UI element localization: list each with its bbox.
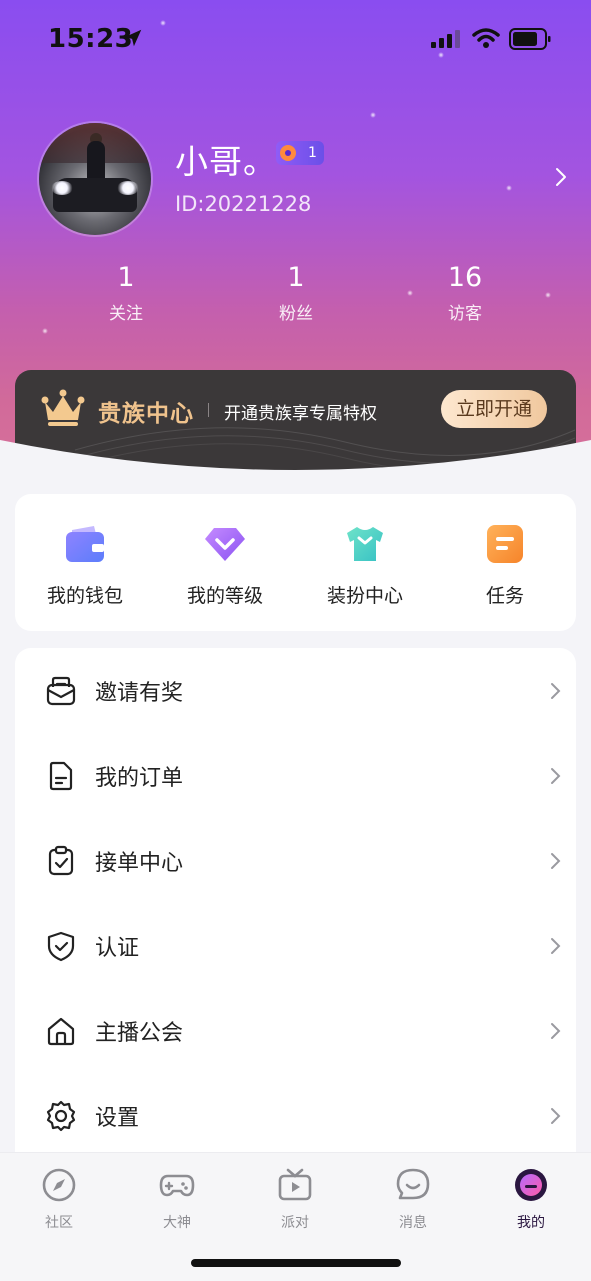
chevron-right-icon[interactable]	[549, 165, 573, 189]
quick-action-label: 装扮中心	[326, 585, 403, 607]
invite-envelope-icon	[46, 676, 76, 706]
menu-item-label: 我的订单	[95, 766, 184, 791]
sparkle-decoration	[370, 112, 376, 118]
wifi-icon	[472, 28, 500, 48]
task-icon	[487, 525, 523, 563]
stat-following[interactable]: 1 关注	[66, 262, 186, 324]
clipboard-check-icon	[48, 845, 74, 876]
tshirt-icon	[347, 527, 383, 561]
tab-community[interactable]: 社区	[19, 1167, 99, 1232]
stat-value: 1	[117, 262, 135, 293]
quick-action-label: 任务	[485, 585, 524, 607]
stat-label: 访客	[448, 304, 482, 324]
level-medal-icon	[280, 145, 296, 161]
tab-label: 消息	[399, 1215, 427, 1231]
menu-item-label: 主播公会	[95, 1021, 184, 1046]
menu-item-guild[interactable]: 主播公会	[15, 988, 576, 1073]
menu-item-verification[interactable]: 认证	[15, 903, 576, 988]
stat-followers[interactable]: 1 粉丝	[236, 262, 356, 324]
level-button[interactable]: 我的等级	[155, 524, 295, 608]
stat-value: 1	[287, 262, 305, 293]
home-indicator	[191, 1259, 401, 1267]
order-document-icon	[49, 761, 73, 791]
chevron-right-icon	[551, 938, 561, 954]
tab-label: 社区	[45, 1215, 73, 1231]
chevron-right-icon	[551, 683, 561, 699]
cellular-signal-icon	[431, 30, 460, 48]
stat-label: 关注	[109, 304, 143, 324]
gear-icon	[46, 1100, 76, 1132]
avatar[interactable]	[39, 123, 151, 235]
level-badge: 1	[276, 141, 324, 165]
quick-actions-card: 我的钱包 我的等级 装扮中心 任务	[15, 494, 576, 631]
sparkle-decoration	[506, 185, 512, 191]
menu-item-settings[interactable]: 设置	[15, 1073, 576, 1158]
user-id: ID:20221228	[175, 192, 312, 216]
tab-party[interactable]: 派对	[255, 1167, 335, 1232]
sparkle-decoration	[42, 328, 48, 334]
task-button[interactable]: 任务	[435, 524, 575, 608]
chevron-right-icon	[551, 1023, 561, 1039]
wallet-icon	[66, 526, 104, 562]
status-time: 15:23	[48, 24, 134, 54]
nickname: 小哥。	[175, 142, 277, 181]
sparkle-decoration	[545, 292, 551, 298]
menu-item-orders[interactable]: 我的订单	[15, 733, 576, 818]
diamond-icon	[205, 528, 245, 561]
dressup-button[interactable]: 装扮中心	[295, 524, 435, 608]
wallet-button[interactable]: 我的钱包	[15, 524, 155, 608]
menu-item-label: 接单中心	[95, 851, 184, 876]
chevron-right-icon	[551, 1108, 561, 1124]
stat-visitors[interactable]: 16 访客	[405, 262, 525, 324]
location-arrow-icon	[124, 29, 142, 47]
tab-me[interactable]: 我的	[491, 1167, 571, 1232]
menu-item-label: 设置	[95, 1106, 140, 1131]
quick-action-label: 我的等级	[186, 585, 263, 607]
menu-item-order-center[interactable]: 接单中心	[15, 818, 576, 903]
menu-item-invite[interactable]: 邀请有奖	[15, 648, 576, 733]
home-icon	[47, 1017, 75, 1046]
shield-check-icon	[47, 931, 75, 962]
menu-list: 邀请有奖 我的订单 接单中心 认证 主播公会 设置	[15, 648, 576, 1168]
chat-bubble-icon	[396, 1168, 430, 1200]
chevron-right-icon	[551, 768, 561, 784]
tab-label: 我的	[517, 1215, 545, 1231]
gamepad-icon	[159, 1174, 195, 1197]
tab-label: 派对	[281, 1215, 309, 1231]
tv-icon	[278, 1168, 312, 1201]
quick-action-label: 我的钱包	[46, 585, 123, 607]
stat-label: 粉丝	[279, 304, 313, 324]
status-bar: 15:23	[0, 0, 591, 78]
compass-icon	[42, 1168, 76, 1202]
tab-masters[interactable]: 大神	[137, 1167, 217, 1232]
battery-icon	[509, 28, 551, 50]
profile-avatar-icon	[515, 1169, 547, 1201]
stat-value: 16	[447, 262, 483, 293]
menu-item-label: 认证	[95, 936, 140, 961]
level-number: 1	[308, 145, 317, 161]
tab-messages[interactable]: 消息	[373, 1167, 453, 1232]
menu-item-label: 邀请有奖	[95, 681, 184, 706]
tab-label: 大神	[163, 1215, 191, 1231]
chevron-right-icon	[551, 853, 561, 869]
